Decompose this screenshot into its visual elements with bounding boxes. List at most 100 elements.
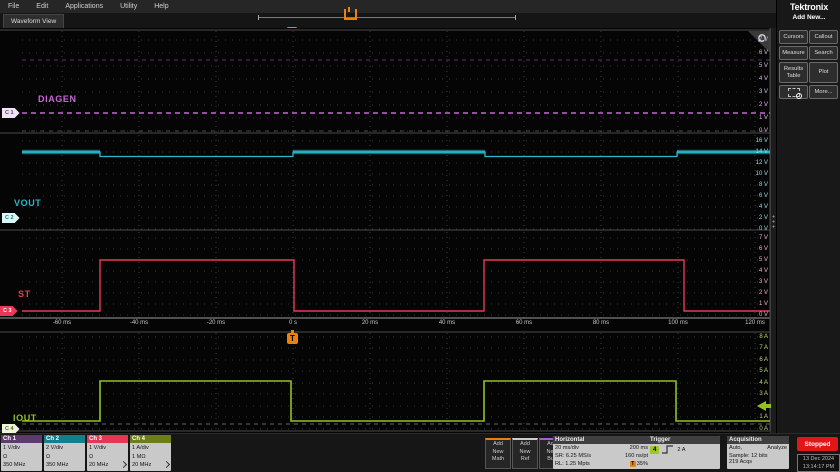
c3-scale-label: 7 V (758, 235, 768, 241)
c3-scale-label: 6 V (758, 246, 768, 252)
acquisition-body: Auto, Analyze Sample: 12 bits 219 Acqs (727, 444, 789, 465)
time-axis-label: -40 ms (129, 320, 149, 326)
c2-scale-label: 8 V (758, 182, 768, 188)
add-math-line2: New (492, 448, 504, 455)
ch3-badge[interactable]: Ch 3 1 V/div Ω 20 MHz (87, 435, 128, 471)
trigger-title: Trigger (648, 436, 720, 444)
c1-scale-label: 1 V (758, 115, 768, 121)
c2-scale-label: 6 V (758, 193, 768, 199)
horizontal-badge[interactable]: Horizontal 20 ms/div 200 ms SR: 6.25 MS/s… (553, 436, 650, 469)
ch2-coupling: Ω (46, 453, 51, 460)
c3-scale-label: 2 V (758, 290, 768, 296)
trigger-badge[interactable]: Trigger 4 2 A (648, 436, 720, 469)
panel-drag-handle-icon[interactable] (772, 214, 775, 229)
ch4-coupling: 1 MΩ (132, 453, 146, 460)
rising-edge-icon (662, 445, 674, 454)
ch1-badge[interactable]: Ch 1 1 V/div Ω 350 MHz (1, 435, 42, 471)
menu-utility[interactable]: Utility (120, 3, 137, 10)
acquisition-analyze: Analyze (767, 445, 787, 451)
ch2-scale: 2 V/div (46, 445, 64, 451)
c1-scale-label: 3 V (758, 89, 768, 95)
acquisition-badge[interactable]: Acquisition Auto, Analyze Sample: 12 bits… (727, 436, 789, 469)
time-axis-label: 100 ms (668, 320, 688, 326)
ch2-bandwidth: 350 MHz (46, 462, 69, 469)
horizontal-overview-ruler[interactable] (258, 15, 516, 20)
horizontal-position-marker-icon[interactable] (344, 7, 357, 20)
more-button[interactable]: More... (809, 85, 838, 99)
horizontal-window: 200 ms (629, 445, 648, 451)
trigger-source-chip: 4 (650, 445, 660, 454)
search-button[interactable]: Search (809, 46, 838, 60)
time-axis-label: 0 s (288, 320, 297, 326)
sample-interval: 160 ns/pt (624, 452, 648, 459)
ch4-badge-title: Ch 4 (130, 435, 171, 443)
time-axis-label: -20 ms (206, 320, 226, 326)
channel-label-st[interactable]: ST (18, 289, 31, 299)
menu-applications[interactable]: Applications (65, 3, 103, 10)
c2-scale-label: 16 V (755, 138, 768, 144)
c1-scale-label: 2 V (758, 102, 768, 108)
time-axis-label: 80 ms (592, 320, 610, 326)
c3-scale-label: 3 V (758, 279, 768, 285)
c1-scale-label: 4 V (758, 76, 768, 82)
channel-label-diagen[interactable]: DIAGEN (38, 94, 77, 104)
acquisition-title: Acquisition (727, 436, 789, 444)
ch2-badge-title: Ch 2 (44, 435, 85, 443)
c4-scale-label: 3 A (759, 391, 768, 397)
waveform-graticule[interactable] (0, 28, 770, 433)
channel-label-vout[interactable]: VOUT (14, 198, 41, 208)
c4-scale-label: 0 A (759, 426, 768, 432)
run-stop-button[interactable]: Stopped (797, 437, 838, 451)
menu-file[interactable]: File (8, 3, 19, 10)
plot-button[interactable]: Plot (809, 62, 838, 83)
trigger-time-marker[interactable]: T (287, 330, 298, 344)
horizontal-body: 20 ms/div 200 ms SR: 6.25 MS/s 160 ns/pt R… (553, 444, 650, 469)
time-axis-label: -60 ms (52, 320, 72, 326)
channel-label-iout[interactable]: IOUT (13, 413, 37, 423)
acquisition-count: 219 Acqs (729, 458, 753, 465)
time-axis-label: 20 ms (361, 320, 379, 326)
ch1-scale: 1 V/div (3, 445, 21, 451)
menu-edit[interactable]: Edit (36, 3, 48, 10)
tab-waveform-view[interactable]: Waveform View (3, 14, 65, 28)
ch3-badge-title: Ch 3 (87, 435, 128, 443)
ch4-scale: 1 A/div (132, 445, 149, 451)
horizontal-scale: 20 ms/div (555, 445, 579, 451)
c3-scale-label: 4 V (758, 268, 768, 274)
acquisition-mode: Auto, (729, 445, 743, 451)
trigger-position-percent: 35% (636, 460, 648, 467)
settings-bar: Ch 1 1 V/div Ω 350 MHz Ch 2 2 V/div Ω 35… (0, 433, 840, 472)
c2-scale-label: 2 V (758, 215, 768, 221)
time-text: 13:14:17 PM (802, 464, 835, 471)
zoom-select-button[interactable] (779, 85, 808, 99)
record-length: RL: 1.25 Mpts (555, 460, 590, 467)
ch1-bandwidth: 350 MHz (3, 462, 26, 469)
ch1-coupling: Ω (3, 453, 8, 460)
c2-scale-label: 10 V (755, 171, 768, 177)
c2-scale-label: 12 V (755, 160, 768, 166)
measure-button[interactable]: Measure (779, 46, 808, 60)
callout-button[interactable]: Callout (809, 30, 838, 44)
date-text: 13 Dec 2024 (802, 456, 835, 462)
c2-scale-label: 0 V (758, 226, 768, 232)
add-ref-line1: Add (520, 441, 530, 447)
add-ref-line3: Ref (520, 456, 530, 463)
ch3-coupling: Ω (89, 453, 94, 460)
add-new-math-button[interactable]: Add New Math (485, 438, 511, 469)
c3-scale-label: 5 V (758, 257, 768, 263)
c1-scale-label: 6 V (758, 50, 768, 56)
sample-rate: SR: 6.25 MS/s (555, 452, 592, 459)
horizontal-title: Horizontal (553, 436, 650, 444)
c1-scale-label: 0 V (758, 128, 768, 134)
ch4-badge[interactable]: Ch 4 1 A/div 1 MΩ 20 MHz (130, 435, 171, 471)
cursors-button[interactable]: Cursors (779, 30, 808, 44)
menu-help[interactable]: Help (154, 3, 168, 10)
c4-scale-label: 1 A (759, 414, 768, 420)
add-new-ref-button[interactable]: Add New Ref (512, 438, 538, 469)
ch2-badge[interactable]: Ch 2 2 V/div Ω 350 MHz (44, 435, 85, 471)
c3-scale-label: 1 V (758, 301, 768, 307)
results-table-button[interactable]: Results Table (779, 62, 808, 83)
ch3-badge-body: 1 V/div Ω 20 MHz (87, 443, 128, 470)
c2-scale-label: 4 V (758, 204, 768, 210)
menu-bar: File Edit Applications Utility Help (0, 0, 776, 13)
